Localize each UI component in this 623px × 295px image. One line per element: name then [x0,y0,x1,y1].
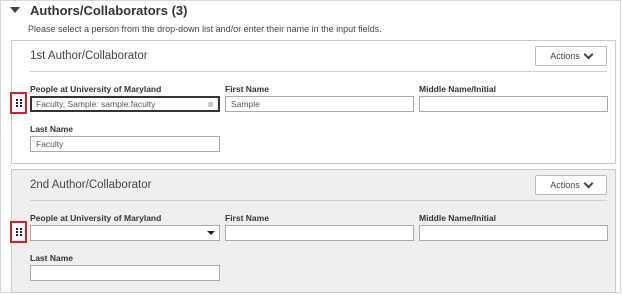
people-select[interactable]: Faculty, Sample: sample.faculty ⊗ [30,96,220,112]
dropdown-arrow-icon[interactable] [207,231,215,235]
first-name-label: First Name [225,213,269,223]
card-divider [30,200,607,201]
people-label: People at University of Maryland [30,213,162,223]
last-name-field[interactable] [30,265,220,281]
actions-button[interactable]: Actions [535,46,607,66]
last-name-label: Last Name [30,253,73,263]
first-name-field[interactable]: Sample [225,96,414,112]
people-select[interactable] [30,225,220,241]
middle-name-field[interactable] [419,96,608,112]
section-title: Authors/Collaborators (3) [30,2,188,18]
section-header[interactable]: Authors/Collaborators (3) [10,1,187,19]
drag-handle-author-1[interactable] [10,92,27,114]
last-name-label: Last Name [30,124,73,134]
first-name-label: First Name [225,84,269,94]
actions-button[interactable]: Actions [535,175,607,195]
author-card-title: 2nd Author/Collaborator [30,179,152,191]
actions-button-label: Actions [550,51,580,61]
chevron-down-icon [583,178,594,189]
chevron-down-icon [583,49,594,60]
drag-handle-icon [15,99,22,107]
caret-down-icon[interactable] [10,7,20,13]
middle-name-label: Middle Name/Initial [419,213,496,223]
people-select-value: Faculty, Sample: sample.faculty [36,99,156,109]
actions-button-label: Actions [550,180,580,190]
author-card-1: 1st Author/Collaborator Actions People a… [11,40,616,164]
card-divider [30,71,607,72]
last-name-field[interactable]: Faculty [30,136,220,152]
author-card-title: 1st Author/Collaborator [30,50,148,62]
first-name-field[interactable] [225,225,414,241]
middle-name-label: Middle Name/Initial [419,84,496,94]
clear-icon[interactable]: ⊗ [207,100,214,110]
drag-handle-icon [15,228,22,236]
author-card-2: 2nd Author/Collaborator Actions People a… [11,169,616,293]
section-instructions: Please select a person from the drop-dow… [28,24,382,34]
middle-name-field[interactable] [419,225,608,241]
drag-handle-author-2[interactable] [10,221,27,243]
people-label: People at University of Maryland [30,84,162,94]
